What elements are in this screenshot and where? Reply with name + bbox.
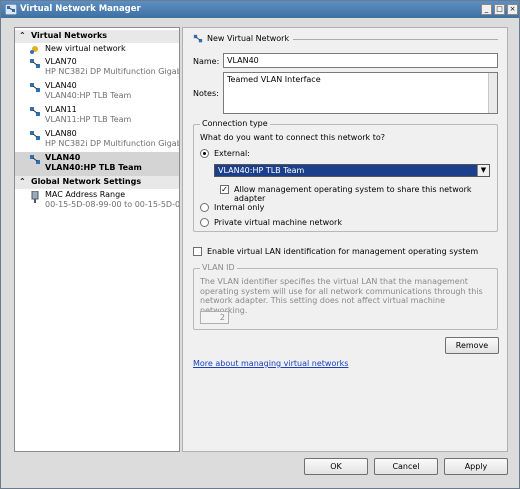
- collapse-chevron-icon[interactable]: ⌃: [19, 31, 26, 40]
- remove-button[interactable]: Remove: [445, 337, 499, 354]
- collapse-chevron-icon[interactable]: ⌃: [19, 177, 26, 186]
- vlan-id-group: VLAN ID The VLAN identifier specifies th…: [193, 263, 498, 330]
- cancel-button[interactable]: Cancel: [374, 458, 438, 475]
- new-virtual-network-item[interactable]: New virtual network: [15, 43, 179, 55]
- network-icon: [30, 131, 40, 140]
- close-button[interactable]: ×: [507, 4, 518, 15]
- network-item-vlan40[interactable]: VLAN40 VLAN40:HP TLB Team: [15, 80, 179, 104]
- internal-only-radio[interactable]: [200, 203, 209, 212]
- mac-address-range-item[interactable]: MAC Address Range 00-15-5D-08-99-00 to 0…: [15, 189, 179, 213]
- vlan-id-field[interactable]: 2: [200, 311, 229, 324]
- notes-label: Notes:: [193, 89, 219, 98]
- enable-vlan-label: Enable virtual LAN identification for ma…: [207, 247, 479, 256]
- vlan-description: The VLAN identifier specifies the virtua…: [200, 277, 483, 315]
- network-icon: [193, 34, 203, 43]
- more-about-networks-link[interactable]: More about managing virtual networks: [193, 359, 348, 368]
- header-divider: [293, 39, 498, 40]
- network-item-vlan11[interactable]: VLAN11 VLAN11:HP TLB Team: [15, 104, 179, 128]
- private-network-radio[interactable]: [200, 218, 209, 227]
- network-icon: [30, 155, 40, 164]
- private-network-label: Private virtual machine network: [214, 218, 342, 227]
- name-label: Name:: [193, 57, 220, 66]
- external-label: External:: [214, 149, 250, 158]
- network-adapter-icon: [31, 191, 39, 203]
- dialog-button-bar: OK Cancel Apply: [1, 453, 519, 488]
- network-icon: [30, 59, 40, 68]
- network-item-vlan70[interactable]: VLAN70 HP NC382i DP Multifunction Gigabi…: [15, 56, 179, 80]
- network-item-vlan80[interactable]: VLAN80 HP NC382i DP Multifunction Gigabi…: [15, 128, 179, 152]
- allow-management-label: Allow management operating system to sha…: [234, 185, 472, 203]
- network-item-vlan40-selected[interactable]: VLAN40 VLAN40:HP TLB Team: [15, 152, 179, 176]
- title-bar: Virtual Network Manager _ □ ×: [1, 1, 519, 18]
- enable-vlan-checkbox[interactable]: [193, 247, 202, 256]
- network-app-icon: [5, 4, 17, 15]
- external-radio[interactable]: [200, 149, 209, 158]
- global-network-settings-header[interactable]: ⌃ Global Network Settings: [15, 176, 179, 189]
- notes-scrollbar[interactable]: [488, 73, 497, 113]
- network-details-pane: New Virtual Network Name: VLAN40 Notes: …: [182, 27, 508, 452]
- details-header: New Virtual Network: [207, 34, 290, 43]
- allow-management-checkbox[interactable]: ✓: [220, 185, 229, 194]
- virtual-networks-header[interactable]: ⌃ Virtual Networks: [15, 30, 179, 43]
- internal-only-label: Internal only: [214, 203, 265, 212]
- notes-field[interactable]: Teamed VLAN Interface: [223, 72, 498, 114]
- external-adapter-select[interactable]: VLAN40:HP TLB Team ▼: [214, 164, 490, 177]
- connection-question: What do you want to connect this network…: [200, 133, 385, 142]
- vlan-id-title: VLAN ID: [200, 263, 237, 272]
- network-icon: [30, 107, 40, 116]
- ok-button[interactable]: OK: [304, 458, 368, 475]
- virtual-network-manager-window: Virtual Network Manager _ □ × ⌃ Virtual …: [0, 0, 520, 489]
- network-icon: [30, 83, 40, 92]
- connection-type-group: Connection type What do you want to conn…: [193, 119, 498, 232]
- connection-type-title: Connection type: [200, 119, 270, 128]
- notes-text: Teamed VLAN Interface: [227, 75, 321, 84]
- name-field[interactable]: VLAN40: [223, 53, 498, 68]
- network-list-pane: ⌃ Virtual Networks New virtual network V…: [14, 27, 180, 452]
- apply-button[interactable]: Apply: [444, 458, 508, 475]
- minimize-button[interactable]: _: [481, 4, 492, 15]
- window-title: Virtual Network Manager: [20, 4, 141, 14]
- maximize-button[interactable]: □: [494, 4, 505, 15]
- new-network-star-icon: [30, 46, 38, 54]
- dropdown-arrow-icon[interactable]: ▼: [477, 165, 489, 176]
